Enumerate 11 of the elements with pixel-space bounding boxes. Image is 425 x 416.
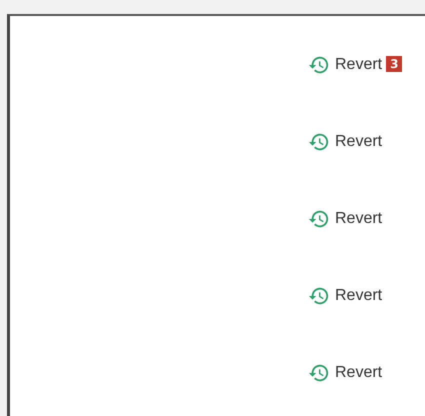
history-icon xyxy=(308,131,330,153)
revert-button[interactable]: Revert xyxy=(308,54,382,76)
history-icon xyxy=(308,362,330,384)
revert-button[interactable]: Revert xyxy=(308,208,382,230)
revert-button[interactable]: Revert xyxy=(308,362,382,384)
revert-button[interactable]: Revert xyxy=(308,131,382,153)
history-icon xyxy=(308,54,330,76)
history-icon xyxy=(308,208,330,230)
count-badge: 3 xyxy=(386,56,402,72)
revert-button[interactable]: Revert xyxy=(308,285,382,307)
history-icon xyxy=(308,285,330,307)
